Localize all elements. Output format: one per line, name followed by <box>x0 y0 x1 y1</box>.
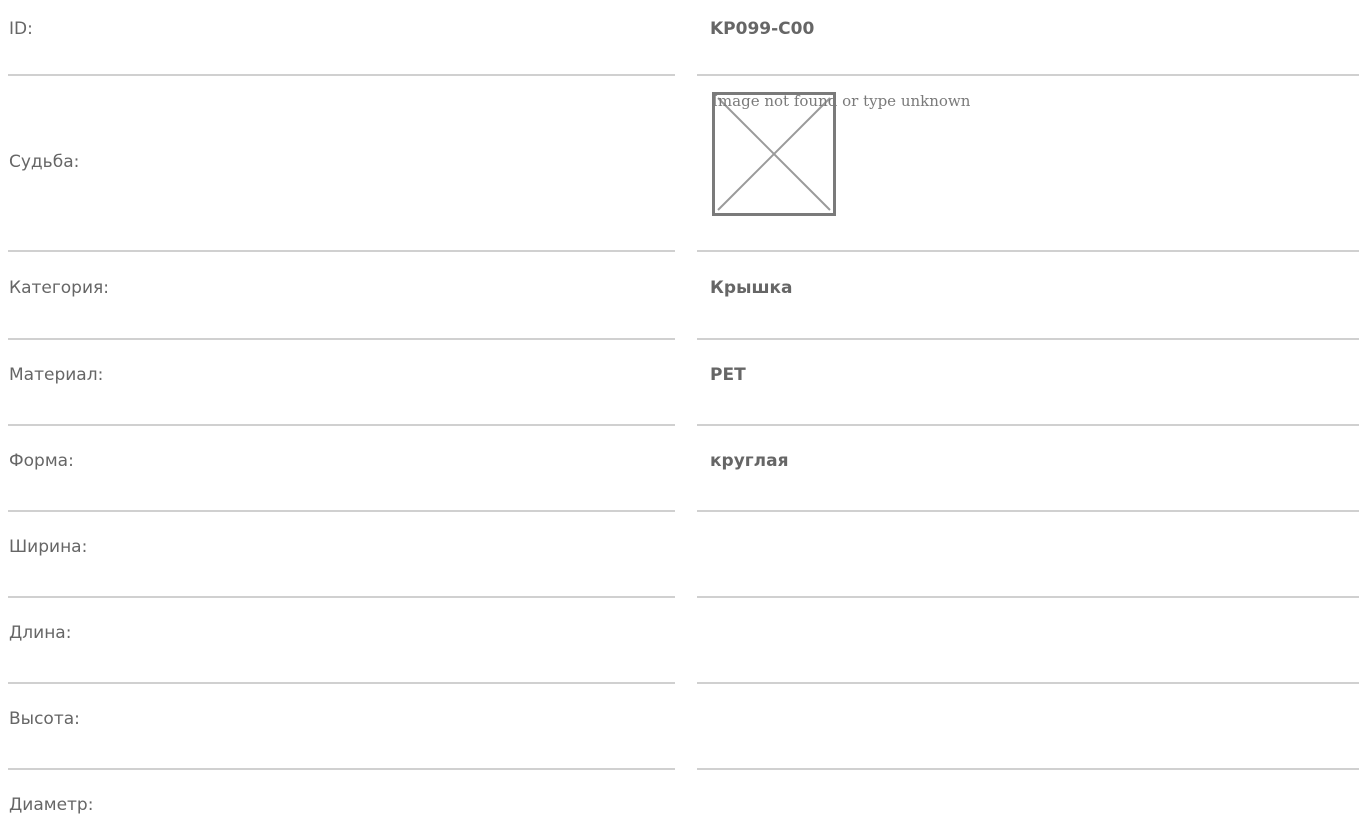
row-value-category: Крышка <box>710 278 793 298</box>
row-divider <box>8 424 675 426</box>
row-divider <box>697 768 1359 770</box>
row-label-width: Ширина: <box>9 537 88 557</box>
broken-image-icon: Image not found or type unknown <box>712 92 970 216</box>
row-divider <box>8 338 675 340</box>
row-label-length: Длина: <box>9 623 72 643</box>
row-divider <box>697 682 1359 684</box>
broken-image-placeholder-icon <box>712 92 836 216</box>
row-label-material: Материал: <box>9 365 104 385</box>
row-value-shape: круглая <box>710 451 789 471</box>
row-divider <box>697 424 1359 426</box>
row-divider <box>8 510 675 512</box>
row-divider <box>8 768 675 770</box>
row-divider <box>697 596 1359 598</box>
row-divider <box>8 74 675 76</box>
row-label-category: Категория: <box>9 278 109 298</box>
row-value-id: KP099-C00 <box>710 19 815 39</box>
row-label-height: Высота: <box>9 709 80 729</box>
row-divider <box>8 596 675 598</box>
row-divider <box>8 250 675 252</box>
row-divider <box>697 338 1359 340</box>
row-label-id: ID: <box>9 19 33 39</box>
row-label-fate: Судьба: <box>9 152 80 172</box>
row-divider <box>697 250 1359 252</box>
row-divider <box>8 682 675 684</box>
row-label-diameter: Диаметр: <box>9 795 94 815</box>
row-label-shape: Форма: <box>9 451 74 471</box>
row-divider <box>697 74 1359 76</box>
row-divider <box>697 510 1359 512</box>
broken-image-alt-text: Image not found or type unknown <box>712 92 971 110</box>
row-value-material: PET <box>710 365 746 385</box>
